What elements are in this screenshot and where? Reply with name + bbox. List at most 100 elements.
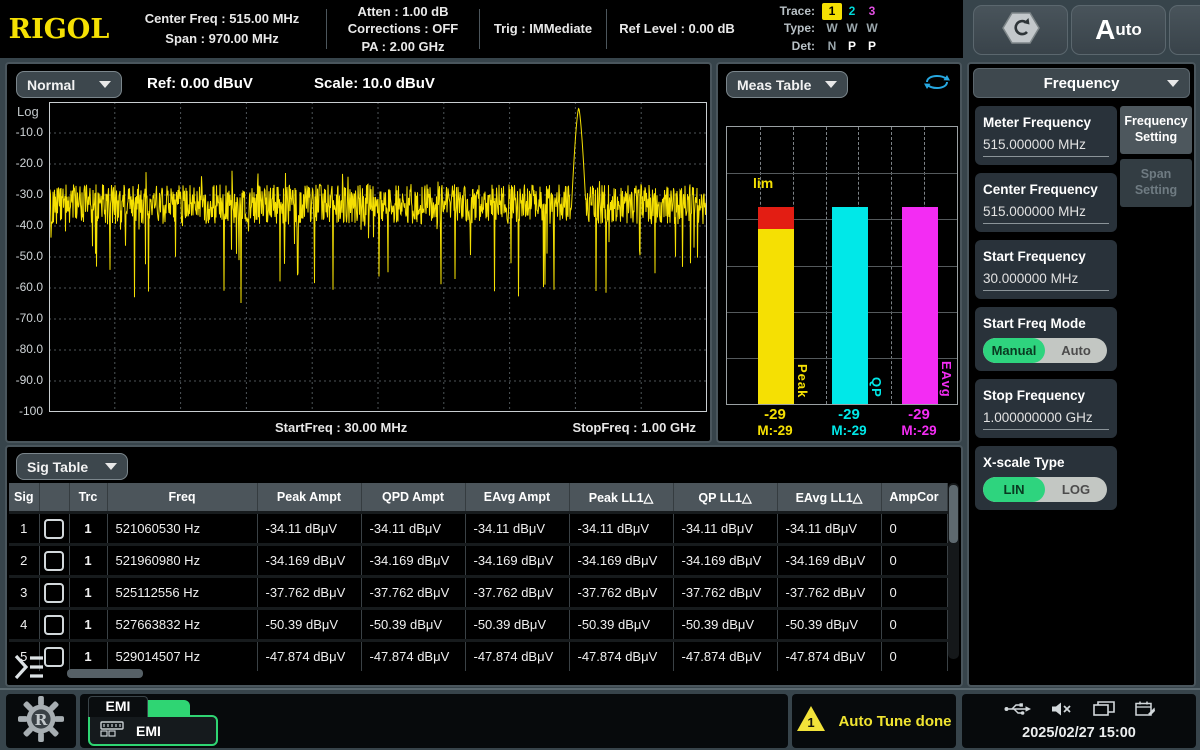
row-amplitude: -34.169 dBμV — [361, 545, 465, 577]
meas-bar-qp — [832, 207, 868, 404]
type-3: W — [862, 20, 882, 37]
bar-label-qp: QP — [869, 377, 884, 398]
table-row[interactable]: 11521060530 Hz-34.11 dBμV-34.11 dBμV-34.… — [9, 513, 947, 545]
sidebar-title: Frequency — [1044, 75, 1120, 92]
scrollbar-thumb[interactable] — [949, 485, 958, 543]
row-trace: 1 — [69, 641, 107, 672]
partial-button[interactable] — [1169, 5, 1200, 55]
spectrum-plot[interactable] — [49, 102, 707, 412]
row-number: 2 — [9, 545, 39, 577]
row-checkbox[interactable] — [44, 615, 64, 635]
trace-3-badge: 3 — [862, 3, 882, 20]
system-menu-button[interactable]: R — [6, 694, 76, 748]
row-amplitude: -34.169 dBμV — [777, 545, 881, 577]
row-amplitude: -34.11 dBμV — [569, 513, 673, 545]
row-checkbox[interactable] — [44, 583, 64, 603]
sig-table-dropdown[interactable]: Sig Table — [16, 453, 128, 480]
sidebar-field-stop-frequency[interactable]: Stop Frequency1.000000000 GHz — [975, 379, 1117, 438]
atten-readout-block: Atten : 1.00 dB Corrections : OFF PA : 2… — [327, 3, 479, 56]
sig-table-label: Sig Table — [27, 459, 88, 475]
row-amplitude: -50.39 dBμV — [257, 609, 361, 641]
toggle-option-manual[interactable]: Manual — [983, 338, 1045, 363]
table-row[interactable]: 31525112556 Hz-37.762 dBμV-37.762 dBμV-3… — [9, 577, 947, 609]
field-value[interactable]: 515.000000 MHz — [983, 137, 1109, 157]
chevron-down-icon — [1167, 80, 1179, 87]
field-label: X-scale Type — [983, 455, 1109, 470]
row-checkbox[interactable] — [44, 519, 64, 539]
row-checkbox-cell — [39, 513, 69, 545]
row-amplitude: -37.762 dBμV — [673, 577, 777, 609]
emi-tab-green-accent — [146, 700, 190, 716]
table-expand-prompt-icon[interactable] — [13, 653, 45, 686]
preset-hexagon-redo-icon — [1002, 11, 1040, 50]
y-tick-label: -70.0 — [7, 311, 43, 325]
meas-table-dropdown[interactable]: Meas Table — [726, 71, 848, 98]
auto-tune-notification[interactable]: 1 Auto Tune done — [792, 694, 956, 748]
row-amplitude: -34.169 dBμV — [257, 545, 361, 577]
bar-current-value: -29 — [735, 406, 815, 423]
field-value[interactable]: 30.000000 MHz — [983, 271, 1109, 291]
chevron-down-icon — [825, 81, 837, 88]
field-value[interactable]: 1.000000000 GHz — [983, 410, 1109, 430]
chevron-down-icon — [99, 81, 111, 88]
row-amplitude: -34.11 dBμV — [777, 513, 881, 545]
row-amplitude: -37.762 dBμV — [569, 577, 673, 609]
svg-text:R: R — [35, 710, 48, 728]
emi-mode-tab[interactable]: EMI — [88, 696, 148, 717]
column-header: Peak LL1△ — [569, 483, 673, 513]
sidebar-title-dropdown[interactable]: Frequency — [973, 68, 1190, 98]
emi-card-label: EMI — [136, 723, 161, 739]
row-amplitude: -50.39 dBμV — [569, 609, 673, 641]
sync-refresh-icon[interactable] — [924, 74, 950, 95]
column-header: QPD Ampt — [361, 483, 465, 513]
toggle-option-auto[interactable]: Auto — [1045, 338, 1107, 363]
sidebar-field-meter-frequency[interactable]: Meter Frequency515.000000 MHz — [975, 106, 1117, 165]
tab-frequency-setting[interactable]: Frequency Setting — [1120, 106, 1192, 154]
column-header: Freq — [107, 483, 257, 513]
trace-mode-dropdown[interactable]: Normal — [16, 71, 122, 98]
table-row[interactable]: 21521960980 Hz-34.169 dBμV-34.169 dBμV-3… — [9, 545, 947, 577]
field-value[interactable]: 515.000000 MHz — [983, 204, 1109, 224]
table-row[interactable]: 41527663832 Hz-50.39 dBμV-50.39 dBμV-50.… — [9, 609, 947, 641]
ref-level-label: Ref: 0.00 dBuV — [147, 75, 253, 92]
type-1: W — [822, 20, 842, 37]
emi-mode-card[interactable]: EMI — [88, 715, 218, 746]
sidebar-field-x-scale-type[interactable]: X-scale Type LINLOG — [975, 446, 1117, 510]
row-frequency: 521960980 Hz — [107, 545, 257, 577]
span-readout: Span : 970.00 MHz — [118, 29, 326, 49]
row-checkbox[interactable] — [44, 551, 64, 571]
tab-span-setting[interactable]: Span Setting — [1120, 159, 1192, 207]
mute-icon — [1051, 702, 1073, 721]
auto-tune-button[interactable]: Auto — [1071, 5, 1166, 55]
preset-button[interactable] — [973, 5, 1068, 55]
row-amplitude: -34.11 dBμV — [673, 513, 777, 545]
row-amplitude: -47.874 dBμV — [569, 641, 673, 672]
row-number: 3 — [9, 577, 39, 609]
bar-value-peak: -29M:-29 — [735, 406, 815, 438]
row-ampcor: 0 — [881, 609, 947, 641]
toggle-option-log[interactable]: LOG — [1045, 477, 1107, 502]
det-1: N — [822, 38, 842, 55]
sidebar-field-start-freq-mode[interactable]: Start Freq ModeManualAuto — [975, 307, 1117, 371]
meas-bar-chart: lim PeakQPEAvg — [726, 126, 958, 405]
row-checkbox[interactable] — [44, 647, 64, 667]
column-header: Trc — [69, 483, 107, 513]
table-horizontal-scrollbar[interactable] — [67, 669, 143, 678]
column-header: AmpCor — [881, 483, 947, 513]
table-row[interactable]: 51529014507 Hz-47.874 dBμV-47.874 dBμV-4… — [9, 641, 947, 672]
row-frequency: 525112556 Hz — [107, 577, 257, 609]
y-tick-label: -50.0 — [7, 249, 43, 263]
toggle-option-lin[interactable]: LIN — [983, 477, 1045, 502]
type-2: W — [842, 20, 862, 37]
emi-instrument-icon — [100, 721, 124, 740]
bar-value-qp: -29M:-29 — [809, 406, 889, 438]
row-trace: 1 — [69, 609, 107, 641]
table-vertical-scrollbar[interactable] — [948, 483, 959, 659]
auto-button-label-big: A — [1095, 14, 1115, 46]
sidebar-field-center-frequency[interactable]: Center Frequency515.000000 MHz — [975, 173, 1117, 232]
limit-label: lim — [753, 175, 773, 191]
sidebar-field-start-frequency[interactable]: Start Frequency30.000000 MHz — [975, 240, 1117, 299]
det-2: P — [842, 38, 862, 55]
bottom-task-bar: R EMI EMI — [0, 688, 1200, 750]
row-amplitude: -50.39 dBμV — [777, 609, 881, 641]
